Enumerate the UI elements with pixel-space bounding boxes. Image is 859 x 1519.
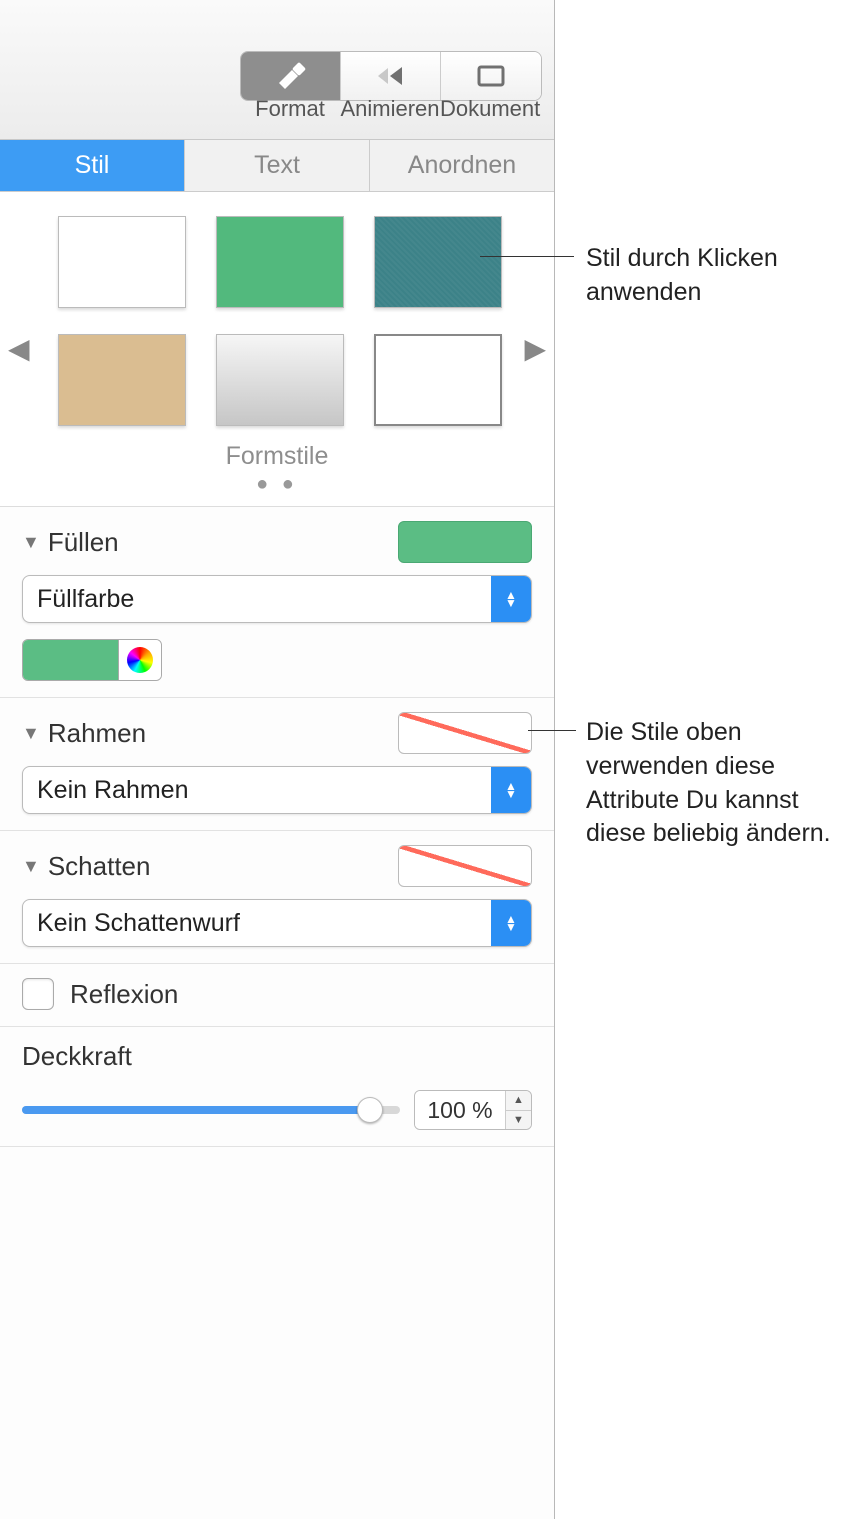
fill-color-well[interactable] [22,639,162,681]
shadow-section: ▼ Schatten Kein Schattenwurf ▲▼ [0,831,554,964]
fill-color-swatch[interactable] [23,640,119,680]
opacity-stepper[interactable]: ▲ ▼ [505,1091,531,1129]
chevron-down-icon: ▼ [22,532,40,553]
opacity-section: Deckkraft 100 % ▲ ▼ [0,1027,554,1147]
shadow-type-dropdown[interactable]: Kein Schattenwurf ▲▼ [22,899,532,947]
format-label: Format [240,96,340,122]
chevron-down-icon: ▼ [22,723,40,744]
top-segmented-control [240,51,542,101]
fill-disclosure[interactable]: ▼ Füllen [22,527,119,558]
toolbar-labels: Format Animieren Dokument [240,96,540,122]
reflection-section: Reflexion [0,964,554,1027]
tab-style[interactable]: Stil [0,140,185,191]
fill-title: Füllen [48,527,119,558]
fill-type-value: Füllfarbe [23,576,491,622]
opacity-value-stepper[interactable]: 100 % ▲ ▼ [414,1090,532,1130]
opacity-slider-fill [22,1106,370,1114]
tab-arrange[interactable]: Anordnen [370,140,554,191]
animate-button[interactable] [341,52,441,100]
dropdown-arrows-icon: ▲▼ [491,767,531,813]
brush-icon [274,61,308,91]
styles-prev-arrow[interactable]: ◀ [8,332,30,365]
opacity-label: Deckkraft [22,1041,132,1071]
callout-2-text: Die Stile oben verwenden diese Attribute… [586,718,831,847]
document-button[interactable] [441,52,541,100]
shape-styles-area: ◀ ▶ Formstile ● ● [0,192,554,507]
shadow-disclosure[interactable]: ▼ Schatten [22,851,150,882]
border-type-dropdown[interactable]: Kein Rahmen ▲▼ [22,766,532,814]
shadow-type-value: Kein Schattenwurf [23,900,491,946]
stepper-down-icon[interactable]: ▼ [506,1111,531,1130]
styles-grid [18,216,536,426]
opacity-value[interactable]: 100 % [415,1091,505,1129]
reflection-label: Reflexion [70,979,178,1010]
style-swatch-3[interactable] [374,216,502,308]
callout-1: Stil durch Klicken anwenden [586,242,846,310]
fill-type-dropdown[interactable]: Füllfarbe ▲▼ [22,575,532,623]
dropdown-arrows-icon: ▲▼ [491,576,531,622]
dropdown-arrows-icon: ▲▼ [491,900,531,946]
opacity-slider[interactable] [22,1106,400,1114]
styles-caption: Formstile [18,442,536,471]
fill-preview[interactable] [398,521,532,563]
style-swatch-1[interactable] [58,216,186,308]
reflection-checkbox[interactable] [22,978,54,1010]
callout-1-text: Stil durch Klicken anwenden [586,244,778,306]
border-title: Rahmen [48,718,146,749]
animate-label: Animieren [340,96,440,122]
fill-section: ▼ Füllen Füllfarbe ▲▼ [0,507,554,698]
opacity-slider-thumb[interactable] [357,1097,383,1123]
callout-2: Die Stile oben verwenden diese Attribute… [586,716,856,851]
tab-text[interactable]: Text [185,140,370,191]
document-label: Dokument [440,96,540,122]
style-swatch-5[interactable] [216,334,344,426]
border-type-value: Kein Rahmen [23,767,491,813]
inspector-panel: Format Animieren Dokument Stil Text Anor… [0,0,555,1519]
callout-line [480,256,574,257]
styles-next-arrow[interactable]: ▶ [524,332,546,365]
document-icon [476,64,506,88]
chevron-down-icon: ▼ [22,856,40,877]
animate-icon [374,64,408,88]
style-swatch-4[interactable] [58,334,186,426]
shadow-title: Schatten [48,851,151,882]
inspector-tabs: Stil Text Anordnen [0,140,554,192]
color-wheel-icon [127,647,153,673]
style-swatch-6[interactable] [374,334,502,426]
border-disclosure[interactable]: ▼ Rahmen [22,718,146,749]
format-button[interactable] [241,52,341,100]
styles-page-dots[interactable]: ● ● [18,473,536,496]
style-swatch-2[interactable] [216,216,344,308]
attribute-sections: ▼ Füllen Füllfarbe ▲▼ ▼ Rahmen [0,507,554,1519]
color-wheel-button[interactable] [119,640,161,680]
toolbar: Format Animieren Dokument [0,0,554,140]
border-section: ▼ Rahmen Kein Rahmen ▲▼ [0,698,554,831]
stepper-up-icon[interactable]: ▲ [506,1091,531,1111]
callout-line [528,730,576,731]
shadow-preview[interactable] [398,845,532,887]
border-preview[interactable] [398,712,532,754]
